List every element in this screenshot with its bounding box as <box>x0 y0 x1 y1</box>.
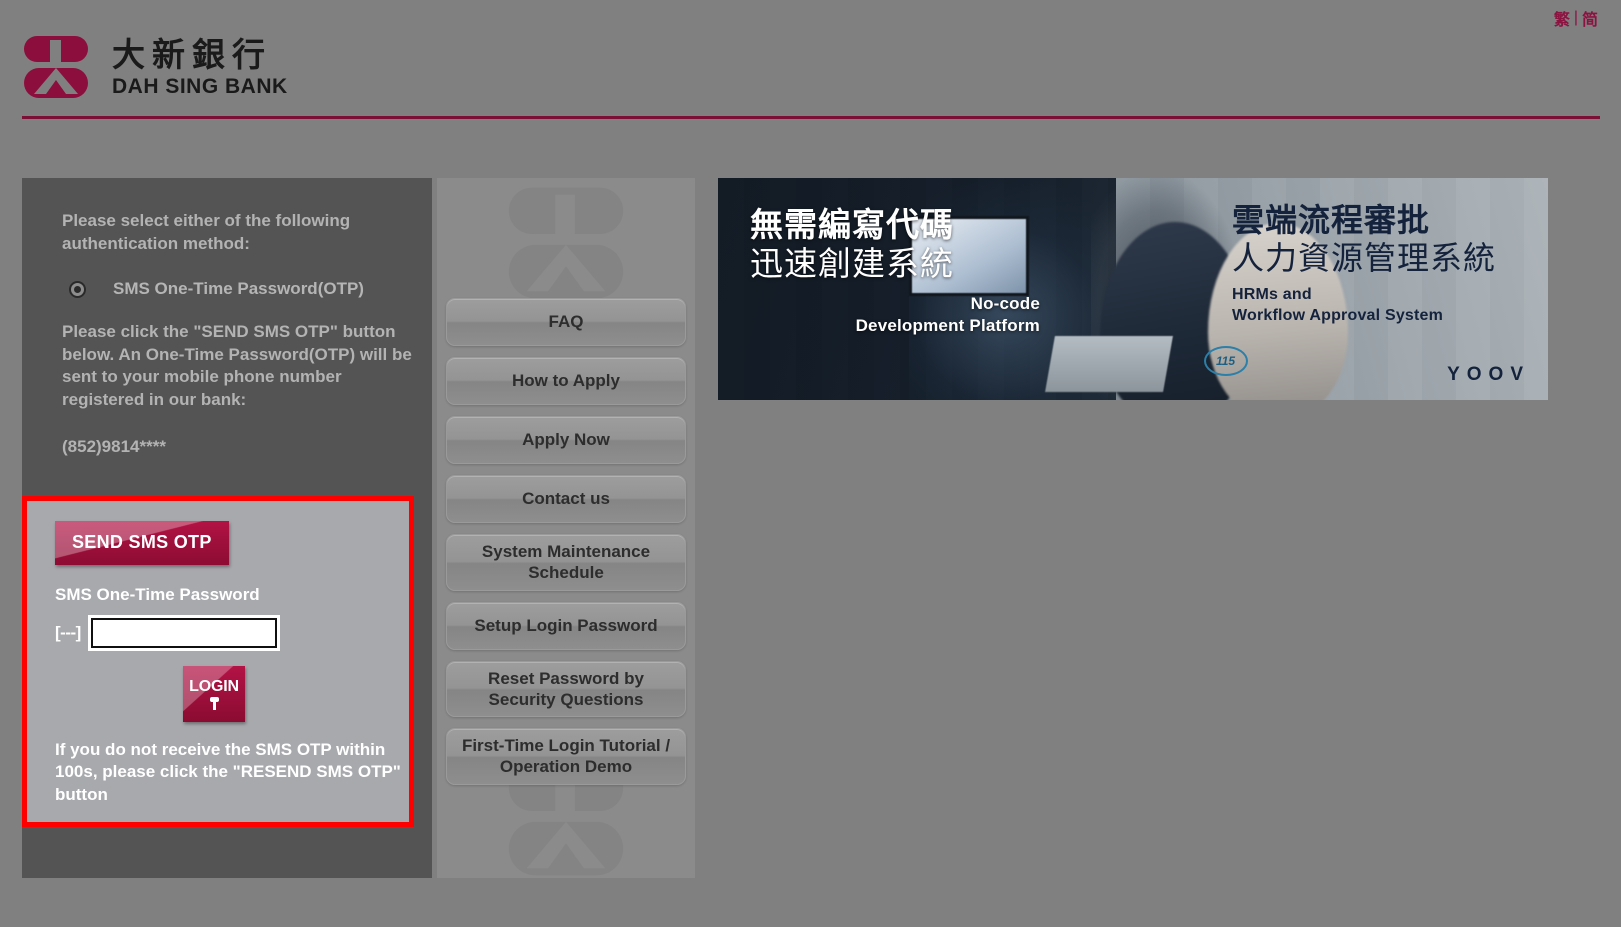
radio-selected-icon[interactable] <box>69 280 86 298</box>
menu-item-faq[interactable]: FAQ <box>446 298 686 346</box>
menu-item-apply-now[interactable]: Apply Now <box>446 416 686 464</box>
banner-left-subline: No-code Development Platform <box>750 293 1040 337</box>
banner-right-subline-2: Workflow Approval System <box>1232 306 1444 324</box>
auth-instruction-text: Please click the "SEND SMS OTP" button b… <box>62 322 412 410</box>
banner-laptop-image <box>1045 336 1173 392</box>
login-button-wrap: LOGIN <box>55 666 409 722</box>
page-header: 大新銀行 DAH SING BANK <box>22 34 1600 120</box>
logo-wordmark: 大新銀行 DAH SING BANK <box>112 35 288 98</box>
language-simplified-link[interactable]: 简 <box>1582 6 1599 30</box>
banner-badge-115: 115 <box>1203 346 1248 376</box>
otp-input[interactable] <box>87 615 280 651</box>
menu-item-system-maintenance-schedule[interactable]: System Maintenance Schedule <box>446 534 686 591</box>
menu-item-reset-password-security-questions[interactable]: Reset Password by Security Questions <box>446 660 686 717</box>
language-separator: | <box>1573 9 1579 26</box>
side-menu-panel: FAQ How to Apply Apply Now Contact us Sy… <box>437 178 695 878</box>
banner-left-headline-2: 迅速創建系統 <box>750 244 954 284</box>
menu-item-contact-us[interactable]: Contact us <box>446 475 686 523</box>
login-button[interactable]: LOGIN <box>183 666 245 722</box>
registered-phone-number: (852)9814**** <box>62 436 166 456</box>
login-button-label: LOGIN <box>189 678 239 695</box>
banner-left-subline-1: No-code <box>970 293 1040 313</box>
otp-input-row: [---] <box>55 615 409 651</box>
banner-brand-logo: YOOV <box>1447 364 1530 385</box>
otp-resend-note: If you do not receive the SMS OTP within… <box>55 740 401 804</box>
menu-item-setup-login-password[interactable]: Setup Login Password <box>446 601 686 650</box>
bank-logo[interactable]: 大新銀行 DAH SING BANK <box>22 34 1600 100</box>
auth-method-option-sms[interactable]: SMS One-Time Password(OTP) <box>62 279 408 299</box>
banner-left-headline-1: 無需編寫代碼 <box>750 205 954 244</box>
banner-right-subline-1: HRMs and <box>1232 285 1312 303</box>
banner-right-headline-2: 人力資源管理系統 <box>1232 239 1497 278</box>
menu-item-first-time-login-tutorial[interactable]: First-Time Login Tutorial / Operation De… <box>446 728 686 785</box>
logo-chinese-name: 大新銀行 <box>112 35 272 75</box>
auth-method-heading: Please select either of the following au… <box>62 211 351 253</box>
send-sms-otp-button[interactable]: SEND SMS OTP <box>55 521 229 565</box>
banner-right-text: 雲端流程審批 人力資源管理系統 HRMs and Workflow Approv… <box>1232 201 1532 327</box>
language-traditional-link[interactable]: 繁 <box>1554 6 1571 30</box>
banner-right-subline: HRMs and Workflow Approval System <box>1232 284 1532 327</box>
otp-prefix-label: [---] <box>55 623 81 642</box>
auth-method-option-label: SMS One-Time Password(OTP) <box>113 279 364 299</box>
logo-english-name: DAH SING BANK <box>112 74 288 98</box>
key-icon <box>208 697 221 710</box>
otp-field-label: SMS One-Time Password <box>55 585 260 604</box>
otp-highlight-box: SEND SMS OTP SMS One-Time Password [---]… <box>22 496 414 827</box>
dah-sing-logo-icon <box>22 34 90 100</box>
banner-left-text: 無需編寫代碼 迅速創建系統 No-code Development Platfo… <box>750 205 1040 337</box>
banner-left-subline-2: Development Platform <box>855 315 1040 335</box>
header-divider <box>22 116 1600 119</box>
banner-right-headline-1: 雲端流程審批 <box>1232 201 1431 239</box>
menu-item-how-to-apply[interactable]: How to Apply <box>446 357 686 405</box>
language-toggle[interactable]: 繁 | 简 <box>1554 6 1599 30</box>
promotional-banner[interactable]: 115 無需編寫代碼 迅速創建系統 No-code Development Pl… <box>718 178 1548 400</box>
menu-button-list: FAQ How to Apply Apply Now Contact us Sy… <box>437 178 695 785</box>
